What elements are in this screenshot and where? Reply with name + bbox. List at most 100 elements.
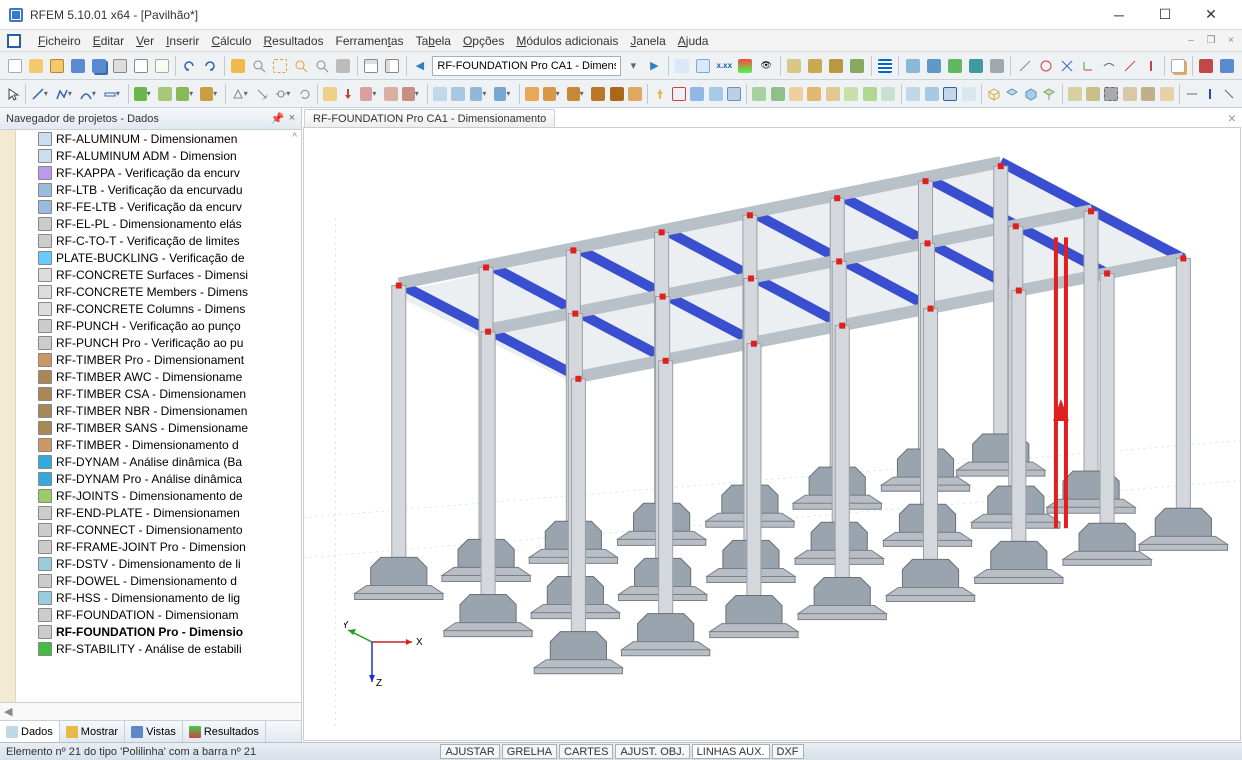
materials-button[interactable]: [903, 55, 922, 77]
cut-section-button[interactable]: [1099, 55, 1118, 77]
load-line-button[interactable]: ▾: [359, 83, 381, 105]
render-trans-button[interactable]: [848, 55, 867, 77]
save-all-button[interactable]: [89, 55, 108, 77]
tree-item[interactable]: RF-TIMBER AWC - Dimensioname: [0, 368, 301, 385]
snap-8-button[interactable]: [880, 83, 896, 105]
filter-side-button[interactable]: [726, 83, 742, 105]
numbering-1-button[interactable]: [523, 83, 539, 105]
iso-3-button[interactable]: [1023, 83, 1039, 105]
nodes-green-button[interactable]: ▾: [133, 83, 155, 105]
tree-item[interactable]: RF-CONNECT - Dimensionamento: [0, 521, 301, 538]
maximize-button[interactable]: ☐: [1142, 0, 1188, 30]
new-file-button[interactable]: [5, 55, 24, 77]
close-button[interactable]: ✕: [1188, 0, 1234, 30]
tree-item[interactable]: RF-TIMBER Pro - Dimensionament: [0, 351, 301, 368]
release-button[interactable]: [1141, 55, 1160, 77]
tree-item[interactable]: RF-EL-PL - Dimensionamento elás: [0, 215, 301, 232]
tree-item[interactable]: RF-DSTV - Dimensionamento de li: [0, 555, 301, 572]
menu-inserir[interactable]: Inserir: [160, 32, 205, 50]
tree-nav-left-button[interactable]: ◀: [4, 705, 12, 718]
region-2-button[interactable]: [1085, 83, 1101, 105]
solid-tool-button[interactable]: ▾: [199, 83, 221, 105]
sections-button[interactable]: [924, 55, 943, 77]
tree-item[interactable]: RF-CONCRETE Members - Dimens: [0, 283, 301, 300]
help-button[interactable]: [1197, 55, 1216, 77]
tree-item[interactable]: PLATE-BUCKLING - Verificação de: [0, 249, 301, 266]
support-node-button[interactable]: ▾: [230, 83, 252, 105]
tab-vistas[interactable]: Vistas: [125, 721, 183, 742]
dimension-button[interactable]: [1057, 55, 1076, 77]
tree-item[interactable]: RF-FOUNDATION Pro - Dimensio: [0, 623, 301, 640]
render-solid-button[interactable]: [806, 55, 825, 77]
measure-button[interactable]: [1015, 55, 1034, 77]
tree-item[interactable]: RF-HSS - Dimensionamento de lig: [0, 589, 301, 606]
snap-6-button[interactable]: [843, 83, 859, 105]
copy-button[interactable]: [1169, 55, 1188, 77]
axis-z-button[interactable]: [1221, 83, 1237, 105]
line-tool-button[interactable]: ▾: [30, 83, 52, 105]
status-segment-ajustar[interactable]: AJUSTAR: [440, 744, 499, 759]
navigator-tree[interactable]: RF-ALUMINUM - DimensionamenRF-ALUMINUM A…: [0, 130, 301, 702]
tree-item[interactable]: RF-JOINTS - Dimensionamento de: [0, 487, 301, 504]
status-segment-ajustobj[interactable]: AJUST. OBJ.: [615, 744, 689, 759]
menu-tabela[interactable]: Tabela: [410, 32, 457, 50]
load-solid-button[interactable]: ▾: [401, 83, 423, 105]
menu-janela[interactable]: Janela: [624, 32, 671, 50]
print-preview-button[interactable]: [131, 55, 150, 77]
move-copy-button[interactable]: [450, 83, 466, 105]
render-wire-button[interactable]: [785, 55, 804, 77]
nav-left-button[interactable]: ◀: [410, 55, 429, 77]
snap-3-button[interactable]: [788, 83, 804, 105]
tree-item[interactable]: RF-TIMBER SANS - Dimensioname: [0, 419, 301, 436]
render-hidden-button[interactable]: [827, 55, 846, 77]
report-button[interactable]: [152, 55, 171, 77]
show-navigator-button[interactable]: [383, 55, 402, 77]
axes-button[interactable]: [1078, 55, 1097, 77]
save-button[interactable]: [68, 55, 87, 77]
module-combo[interactable]: [432, 56, 621, 76]
tab-resultados[interactable]: Resultados: [183, 721, 266, 742]
menu-ajuda[interactable]: Ajuda: [672, 32, 715, 50]
status-segment-dxf[interactable]: DXF: [772, 744, 804, 759]
model-canvas[interactable]: X Y Z: [303, 127, 1241, 741]
previous-view-button[interactable]: [334, 55, 353, 77]
snap-4-button[interactable]: [806, 83, 822, 105]
view-3-button[interactable]: [961, 83, 977, 105]
imperfection-button[interactable]: [432, 83, 448, 105]
tree-item[interactable]: RF-KAPPA - Verificação da encurv: [0, 164, 301, 181]
region-6-button[interactable]: [1159, 83, 1175, 105]
hinge-button[interactable]: ▾: [273, 83, 295, 105]
numbering-6-button[interactable]: [627, 83, 643, 105]
tab-mostrar[interactable]: Mostrar: [60, 721, 125, 742]
combo-dropdown-button[interactable]: ▾: [624, 55, 643, 77]
tree-item[interactable]: RF-ALUMINUM - Dimensionamen: [0, 130, 301, 147]
menu-opcoes[interactable]: Opções: [457, 32, 510, 50]
mirror-button[interactable]: ▾: [469, 83, 491, 105]
status-segment-linhasaux[interactable]: LINHAS AUX.: [692, 744, 770, 759]
tab-dados[interactable]: Dados: [0, 721, 60, 742]
tree-item[interactable]: RF-TIMBER CSA - Dimensionamen: [0, 385, 301, 402]
region-4-button[interactable]: [1122, 83, 1138, 105]
iso-1-button[interactable]: [986, 83, 1002, 105]
results-eye-button[interactable]: 👁: [757, 55, 776, 77]
snap-7-button[interactable]: [862, 83, 878, 105]
tree-item[interactable]: RF-ALUMINUM ADM - Dimension: [0, 147, 301, 164]
status-segment-grelha[interactable]: GRELHA: [502, 744, 557, 759]
load-surface-button[interactable]: [383, 83, 399, 105]
calc-button[interactable]: [673, 55, 692, 77]
tree-item[interactable]: RF-DYNAM - Análise dinâmica (Ba: [0, 453, 301, 470]
zoom-realtime-button[interactable]: [292, 55, 311, 77]
grid-button[interactable]: [875, 55, 894, 77]
tree-item[interactable]: RF-PUNCH Pro - Verificação ao pu: [0, 334, 301, 351]
region-3-button[interactable]: [1103, 83, 1119, 105]
lines-tool-button[interactable]: [987, 55, 1006, 77]
filter-torch-button[interactable]: [652, 83, 668, 105]
view-1-button[interactable]: [924, 83, 940, 105]
tree-item[interactable]: RF-FE-LTB - Verificação da encurv: [0, 198, 301, 215]
tree-item[interactable]: RF-DYNAM Pro - Análise dinâmica: [0, 470, 301, 487]
opening-tool-button[interactable]: ▾: [175, 83, 197, 105]
viewport-close-button[interactable]: ×: [1228, 110, 1236, 126]
tree-item[interactable]: RF-END-PLATE - Dimensionamen: [0, 504, 301, 521]
menu-resultados[interactable]: Resultados: [257, 32, 329, 50]
axis-x-button[interactable]: [1184, 83, 1200, 105]
